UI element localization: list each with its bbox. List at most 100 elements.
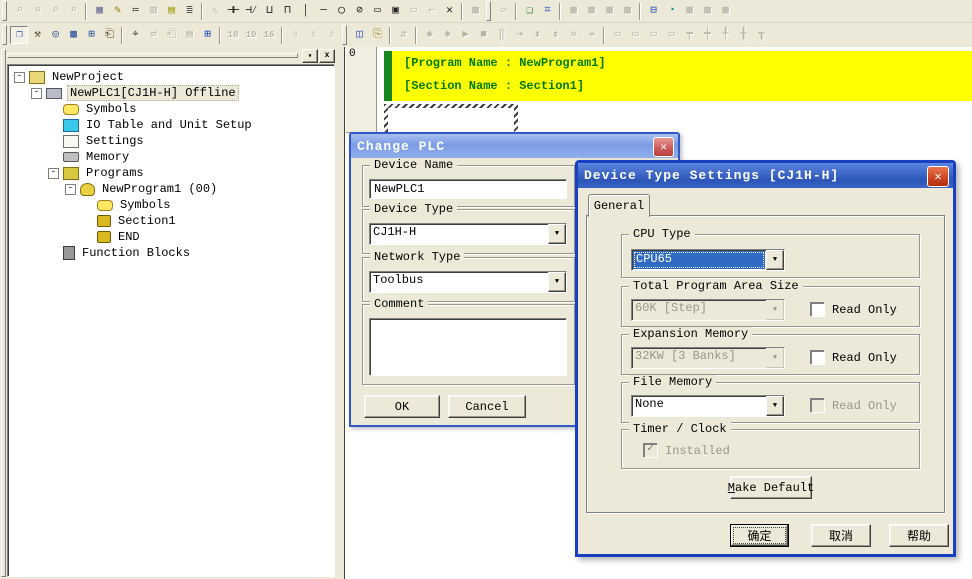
- tree-expander-icon[interactable]: -: [48, 168, 59, 179]
- program-area-read-only-checkbox[interactable]: Read Only: [810, 302, 897, 317]
- toolbar-row-1: ⌕⌕⌕⌕▦✎≔▥▤≣⇖⊣⊢⊣∕⊔⊓│─◯⊘▭▣▭⌐✕▩▱❏⌗▩▩▩▩⊟◔▩▩▩: [0, 0, 972, 23]
- cpu-type-value: CPU65: [633, 251, 765, 269]
- toolbar-grip[interactable]: [342, 25, 347, 45]
- new-contact-icon[interactable]: ⊣⊢: [224, 2, 242, 20]
- compile-icon[interactable]: ⚒: [28, 26, 46, 44]
- expansion-memory-read-only-checkbox[interactable]: Read Only: [810, 350, 897, 365]
- tree-expander-icon[interactable]: -: [65, 184, 76, 195]
- auto-online-icon[interactable]: ⎘: [368, 26, 386, 44]
- hierarchy-icon[interactable]: ≣: [180, 2, 198, 20]
- new-horizontal-icon[interactable]: ─: [314, 2, 332, 20]
- make-default-button[interactable]: Make Default: [730, 476, 812, 499]
- new-vertical-icon[interactable]: │: [296, 2, 314, 20]
- toolbar-separator: [281, 27, 283, 44]
- device-type-settings-title: Device Type Settings [CJ1H-H]: [584, 168, 839, 183]
- fb-icon: [63, 246, 75, 260]
- chevron-down-icon[interactable]: ▼: [766, 250, 784, 270]
- checkbox-icon[interactable]: [810, 302, 825, 317]
- monitor-data-icon: ▭: [644, 26, 662, 44]
- chevron-down-icon[interactable]: ▼: [548, 272, 566, 292]
- keyboard-mapping-icon[interactable]: ⌗: [538, 2, 556, 20]
- help-button[interactable]: 帮助: [889, 524, 949, 547]
- device-type-select[interactable]: CJ1H-H ▼: [369, 223, 567, 245]
- symbol-bar-icon[interactable]: ▤: [162, 2, 180, 20]
- watch-sheet-icon: ▤: [180, 26, 198, 44]
- new-pb-instruction-icon[interactable]: ▣: [386, 2, 404, 20]
- toolbar-grip[interactable]: [2, 1, 7, 21]
- new-closed-or-contact-icon[interactable]: ⊓: [278, 2, 296, 20]
- cross-reference-icon[interactable]: ▩: [64, 26, 82, 44]
- tree-item-io-table[interactable]: IO Table and Unit Setup: [8, 117, 334, 133]
- output-window-icon[interactable]: ⊞: [82, 26, 100, 44]
- tree-expander-icon[interactable]: -: [31, 88, 42, 99]
- chevron-down-icon[interactable]: ▼: [766, 396, 784, 416]
- cpu-type-select[interactable]: CPU65 ▼: [631, 249, 785, 271]
- comment-textarea[interactable]: [369, 318, 567, 376]
- mnemonic-view-icon: ▥: [144, 2, 162, 20]
- toolbar-grip[interactable]: [486, 1, 491, 21]
- statement-list-icon[interactable]: ≔: [126, 2, 144, 20]
- program-area-select: 60K [Step] ▼: [631, 299, 785, 321]
- panel-menu-button[interactable]: ▾: [302, 49, 318, 63]
- checkbox-icon[interactable]: [810, 350, 825, 365]
- watch-window-icon[interactable]: ◎: [46, 26, 64, 44]
- edit-rung-delete-icon: ▩: [582, 2, 600, 20]
- tree-item-label: Symbols: [84, 102, 138, 116]
- close-icon[interactable]: ✕: [653, 137, 674, 157]
- cycle-time-icon[interactable]: ◔: [662, 2, 680, 20]
- program-mode-icon: ✱: [420, 26, 438, 44]
- program-header-band: [Program Name : NewProgram1] [Section Na…: [384, 51, 972, 101]
- tree-item-programs[interactable]: -Programs: [8, 165, 334, 181]
- tree-expander-icon[interactable]: -: [14, 72, 25, 83]
- chevron-down-icon[interactable]: ▼: [548, 224, 566, 244]
- ok-button[interactable]: OK: [364, 395, 440, 418]
- timer-clock-label: Timer / Clock: [629, 422, 731, 436]
- project-tree[interactable]: -NewProject-NewPLC1[CJ1H-H] OfflineSymbo…: [7, 64, 335, 577]
- address-reference-tool-icon[interactable]: ⊞: [198, 26, 216, 44]
- find-icon[interactable]: ⌖: [126, 26, 144, 44]
- network-type-select[interactable]: Toolbus ▼: [369, 271, 567, 293]
- run-mode-display-icon: ▱: [494, 2, 512, 20]
- properties-icon[interactable]: ⎗: [100, 26, 118, 44]
- application-window: ⌕⌕⌕⌕▦✎≔▥▤≣⇖⊣⊢⊣∕⊔⊓│─◯⊘▭▣▭⌐✕▩▱❏⌗▩▩▩▩⊟◔▩▩▩ …: [0, 0, 972, 579]
- new-coil-icon[interactable]: ◯: [332, 2, 350, 20]
- toolbar-grip[interactable]: [2, 25, 7, 45]
- ok-button[interactable]: 确定: [730, 524, 789, 547]
- tree-item-section1[interactable]: Section1: [8, 213, 334, 229]
- device-name-input[interactable]: NewPLC1: [369, 179, 567, 199]
- panel-drag-grip[interactable]: [1, 49, 6, 577]
- tree-item-function-blocks[interactable]: Function Blocks: [8, 245, 334, 261]
- grid-icon[interactable]: ▦: [90, 2, 108, 20]
- new-closed-contact-icon[interactable]: ⊣∕: [242, 2, 260, 20]
- close-icon[interactable]: ✕: [927, 166, 949, 187]
- new-closed-coil-icon[interactable]: ⊘: [350, 2, 368, 20]
- panel-header-grip[interactable]: [7, 53, 298, 58]
- work-online-icon[interactable]: ◫: [350, 26, 368, 44]
- comment-label: Comment: [370, 297, 428, 311]
- toolbar-separator: [461, 3, 463, 20]
- panel-splitter[interactable]: [337, 47, 344, 579]
- panel-close-button[interactable]: x: [319, 49, 335, 63]
- symbol-compare-icon[interactable]: ⊟: [644, 2, 662, 20]
- checkbox-icon: [810, 398, 825, 413]
- tree-item-memory[interactable]: Memory: [8, 149, 334, 165]
- cancel-button[interactable]: Cancel: [448, 395, 526, 418]
- view-window-icon[interactable]: ❐: [10, 26, 28, 44]
- layers-icon[interactable]: ❏: [520, 2, 538, 20]
- new-instruction-icon[interactable]: ▭: [368, 2, 386, 20]
- tree-item-end[interactable]: END: [8, 229, 334, 245]
- tree-item-symbols[interactable]: Symbols: [8, 101, 334, 117]
- toolbar-separator: [415, 27, 417, 44]
- rung-comment-icon[interactable]: ✎: [108, 2, 126, 20]
- device-type-settings-dialog: Device Type Settings [CJ1H-H] ✕ General …: [575, 160, 956, 557]
- new-or-contact-icon[interactable]: ⊔: [260, 2, 278, 20]
- tree-item-program-symbols[interactable]: Symbols: [8, 197, 334, 213]
- tab-general[interactable]: General: [588, 194, 650, 217]
- tree-item-new-plc1[interactable]: -NewPLC1[CJ1H-H] Offline: [8, 85, 334, 101]
- tree-item-new-project[interactable]: -NewProject: [8, 69, 334, 85]
- tree-item-settings[interactable]: Settings: [8, 133, 334, 149]
- cancel-button[interactable]: 取消: [811, 524, 871, 547]
- delete-icon[interactable]: ✕: [440, 2, 458, 20]
- tree-item-new-program1[interactable]: -NewProgram1 (00): [8, 181, 334, 197]
- file-memory-select[interactable]: None ▼: [631, 395, 785, 417]
